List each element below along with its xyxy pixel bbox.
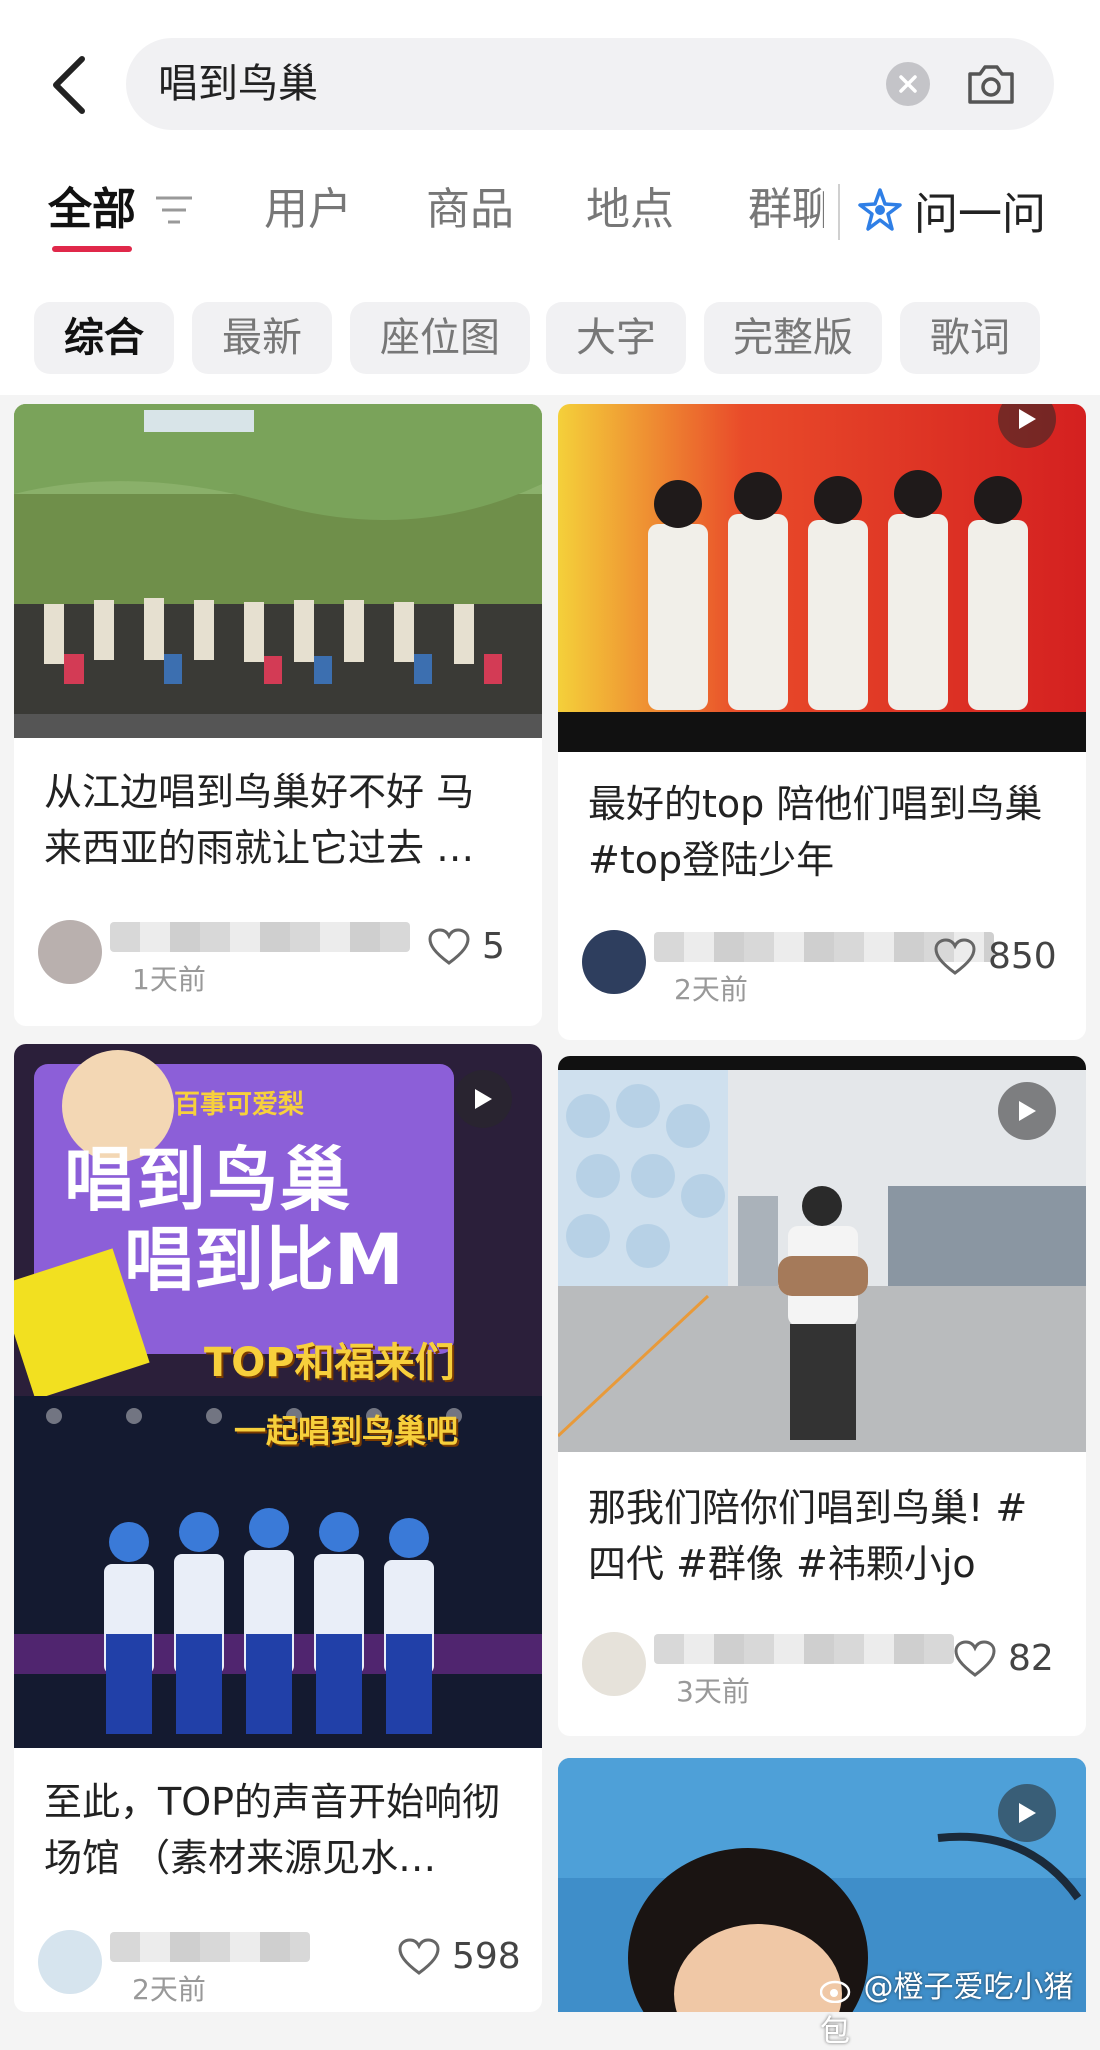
author-name-blurred[interactable] (110, 922, 410, 952)
search-query: 唱到鸟巢 (158, 61, 318, 107)
note-meta: 3天前 82 (558, 1626, 1086, 1708)
tab-groups[interactable]: 群聊 (748, 180, 824, 240)
camera-icon (968, 65, 1014, 104)
like-count: 82 (1008, 1638, 1054, 1679)
note-meta: 2天前 598 (14, 1924, 542, 2006)
tab-all[interactable]: 全部 (48, 180, 136, 240)
chip-lyrics[interactable]: 歌词 (900, 302, 1040, 374)
chip-big-text[interactable]: 大字 (546, 302, 686, 374)
note-meta: 1天前 5 (14, 914, 542, 996)
filter-chips: 综合 最新 座位图 大字 完整版 歌词 (0, 302, 1100, 374)
overlay-badge: 百事可爱梨 (174, 1090, 305, 1120)
like-button[interactable]: 5 (428, 926, 505, 967)
play-icon[interactable] (998, 1784, 1056, 1842)
play-icon[interactable] (454, 1070, 512, 1128)
like-button[interactable]: 598 (398, 1936, 521, 1977)
ask-label: 问一问 (914, 189, 1046, 240)
chip-seat-map[interactable]: 座位图 (350, 302, 530, 374)
like-button[interactable]: 82 (954, 1638, 1054, 1679)
ask-button[interactable]: 问一问 (856, 180, 1046, 240)
header: 唱到鸟巢 全部 用户 商品 地点 群聊 问一问 综合 最新 座位图 大字 完整版… (0, 0, 1100, 395)
overlay-line3: TOP和福来们 (204, 1340, 455, 1386)
like-count: 5 (482, 926, 505, 967)
chip-comprehensive[interactable]: 综合 (34, 302, 174, 374)
note-title: 从江边唱到鸟巢好不好 马来西亚的雨就让它过去 … (44, 770, 475, 870)
camera-button[interactable] (964, 58, 1018, 110)
overlay-line2: 唱到比M (124, 1219, 404, 1301)
author-name-blurred[interactable] (654, 1634, 954, 1664)
like-count: 598 (452, 1936, 521, 1977)
play-icon[interactable] (998, 1082, 1056, 1140)
post-time: 2天前 (132, 1973, 206, 2006)
back-button[interactable] (44, 52, 94, 118)
post-time: 1天前 (132, 963, 206, 996)
clear-button[interactable] (886, 62, 930, 106)
watermark: @橙子爱吃小猪包 (819, 1962, 1100, 2050)
avatar[interactable] (582, 1632, 646, 1696)
tab-products[interactable]: 商品 (426, 180, 514, 240)
heart-icon (954, 1639, 996, 1677)
avatar[interactable] (38, 1930, 102, 1994)
watermark-text: @橙子爱吃小猪包 (820, 1970, 1074, 2049)
tab-users[interactable]: 用户 (264, 180, 352, 240)
like-count: 850 (988, 936, 1057, 977)
search-input[interactable]: 唱到鸟巢 (126, 38, 1054, 130)
note-meta: 2天前 850 (558, 924, 1086, 1006)
note-cover-image (14, 404, 542, 738)
filter-icon[interactable] (154, 192, 194, 228)
author-name-blurred[interactable] (110, 1932, 310, 1962)
note-card[interactable]: 百事可爱梨 唱到鸟巢 唱到比M TOP和福来们 一起唱到鸟巢吧 至此，TOP的声… (14, 1044, 542, 2012)
tab-places[interactable]: 地点 (586, 180, 674, 240)
avatar[interactable] (582, 930, 646, 994)
heart-icon (398, 1937, 440, 1975)
avatar[interactable] (38, 920, 102, 984)
note-title: 那我们陪你们唱到鸟巢! #四代 #群像 #祎颗小jo (588, 1486, 1028, 1586)
note-card[interactable]: 那我们陪你们唱到鸟巢! #四代 #群像 #祎颗小jo 3天前 82 (558, 1056, 1086, 1736)
heart-icon (934, 937, 976, 975)
post-time: 3天前 (676, 1675, 750, 1708)
clear-icon (899, 75, 917, 93)
note-title: 至此，TOP的声音开始响彻场馆 （素材来源见水… (44, 1780, 501, 1880)
note-cover-image (558, 404, 1086, 752)
note-title: 最好的top 陪他们唱到鸟巢 #top登陆少年 (588, 782, 1043, 882)
active-tab-indicator (52, 246, 132, 252)
tab-divider (838, 184, 840, 240)
overlay-line4: 一起唱到鸟巢吧 (234, 1412, 459, 1450)
category-tabs: 全部 用户 商品 地点 群聊 问一问 (0, 170, 1100, 260)
chevron-left-icon (53, 56, 85, 114)
like-button[interactable]: 850 (934, 936, 1057, 977)
chip-latest[interactable]: 最新 (192, 302, 332, 374)
ask-star-icon (858, 188, 902, 231)
note-card[interactable]: 最好的top 陪他们唱到鸟巢 #top登陆少年 2天前 850 (558, 404, 1086, 1040)
chip-full-version[interactable]: 完整版 (704, 302, 882, 374)
weibo-icon (819, 1976, 854, 2003)
heart-icon (428, 927, 470, 965)
post-time: 2天前 (674, 973, 748, 1006)
note-card[interactable]: 从江边唱到鸟巢好不好 马来西亚的雨就让它过去 … 1天前 5 (14, 404, 542, 1026)
